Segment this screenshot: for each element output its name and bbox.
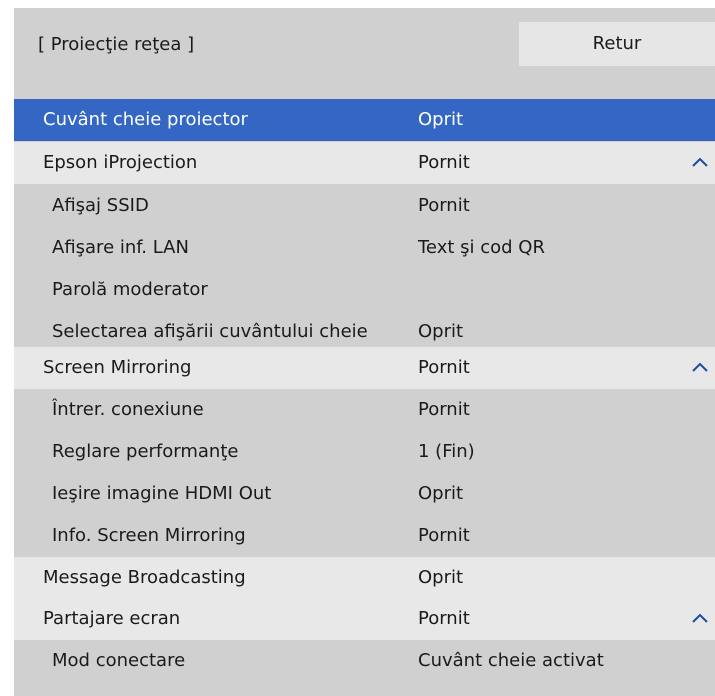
page-title: [ Proiecţie reţea ] bbox=[38, 34, 195, 55]
menu-row-message-broadcasting[interactable]: Message Broadcasting Oprit bbox=[14, 557, 715, 599]
menu-row-screen-mirroring-info[interactable]: Info. Screen Mirroring Pornit bbox=[14, 515, 715, 557]
chevron-up-icon[interactable] bbox=[691, 360, 709, 374]
menu-row-screen-sharing[interactable]: Partajare ecran Pornit bbox=[14, 598, 715, 640]
row-value: Oprit bbox=[418, 483, 464, 504]
network-projection-menu: [ Proiecţie reţea ] Retur Cuvânt cheie p… bbox=[14, 8, 715, 696]
row-label: Afişaj SSID bbox=[52, 195, 149, 216]
row-label: Afişare inf. LAN bbox=[52, 237, 189, 258]
row-value: Pornit bbox=[418, 152, 470, 173]
menu-row-epson-iprojection[interactable]: Epson iProjection Pornit bbox=[14, 142, 715, 184]
menu-header: [ Proiecţie reţea ] Retur bbox=[14, 8, 715, 94]
row-label: Ieşire imagine HDMI Out bbox=[52, 483, 272, 504]
row-label: Message Broadcasting bbox=[43, 567, 246, 588]
row-value: 1 (Fin) bbox=[418, 441, 475, 462]
menu-row-performance-adjustment[interactable]: Reglare performanţe 1 (Fin) bbox=[14, 431, 715, 473]
chevron-up-icon[interactable] bbox=[691, 155, 709, 169]
row-label: Screen Mirroring bbox=[43, 357, 192, 378]
menu-row-lan-info-display[interactable]: Afişare inf. LAN Text şi cod QR bbox=[14, 227, 715, 269]
row-label: Cuvânt cheie proiector bbox=[43, 109, 248, 130]
row-label: Reglare performanţe bbox=[52, 441, 239, 462]
return-button[interactable]: Retur bbox=[519, 22, 715, 66]
chevron-up-icon[interactable] bbox=[691, 611, 709, 625]
row-value: Pornit bbox=[418, 399, 470, 420]
menu-row-screen-mirroring[interactable]: Screen Mirroring Pornit bbox=[14, 347, 715, 389]
row-label: Parolă moderator bbox=[52, 279, 208, 300]
menu-row-moderator-password[interactable]: Parolă moderator bbox=[14, 269, 715, 311]
row-value: Text şi cod QR bbox=[418, 237, 545, 258]
row-value: Pornit bbox=[418, 525, 470, 546]
row-label: Întrer. conexiune bbox=[52, 399, 204, 420]
menu-row-projector-keyword[interactable]: Cuvânt cheie proiector Oprit bbox=[14, 99, 715, 141]
menu-row-hdmi-out-image[interactable]: Ieşire imagine HDMI Out Oprit bbox=[14, 473, 715, 515]
row-value: Pornit bbox=[418, 195, 470, 216]
row-label: Epson iProjection bbox=[43, 152, 198, 173]
row-label: Mod conectare bbox=[52, 650, 186, 671]
row-value: Pornit bbox=[418, 608, 470, 629]
row-value: Oprit bbox=[418, 109, 464, 130]
row-value: Cuvânt cheie activat bbox=[418, 650, 604, 671]
menu-row-ssid-display[interactable]: Afişaj SSID Pornit bbox=[14, 185, 715, 227]
row-label: Info. Screen Mirroring bbox=[52, 525, 246, 546]
row-value: Pornit bbox=[418, 357, 470, 378]
row-value: Oprit bbox=[418, 567, 464, 588]
menu-row-connection-mode[interactable]: Mod conectare Cuvânt cheie activat bbox=[14, 640, 715, 682]
row-label: Partajare ecran bbox=[43, 608, 181, 629]
menu-row-interrupt-connection[interactable]: Întrer. conexiune Pornit bbox=[14, 389, 715, 431]
